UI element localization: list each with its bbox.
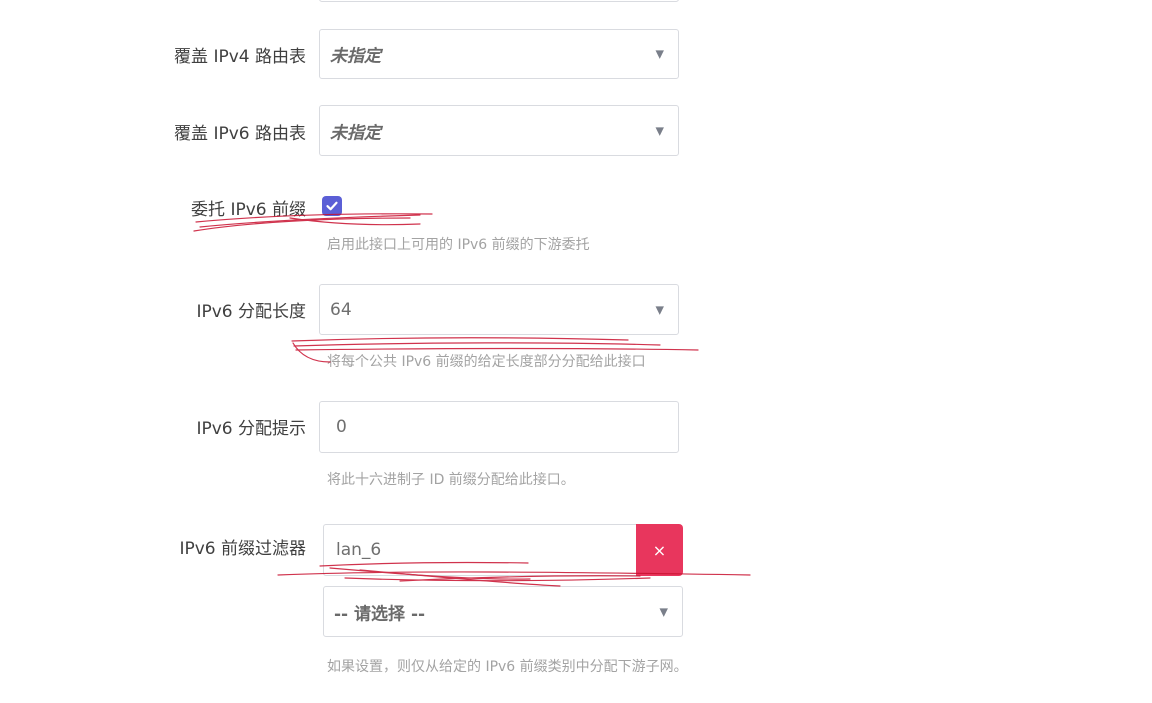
prefix-filter-select[interactable]: -- 请选择 -- ▼ <box>323 586 683 637</box>
prefix-filter-label: IPv6 前缀过滤器 <box>179 539 306 559</box>
assign-length-select[interactable]: 64 ▼ <box>319 284 679 335</box>
assign-length-hint: 将每个公共 IPv6 前缀的给定长度部分分配给此接口 <box>327 354 646 370</box>
triangle-down-icon: ▼ <box>655 303 664 316</box>
delegate-label: 委托 IPv6 前缀 <box>191 200 306 220</box>
assign-hint-value: 0 <box>336 417 347 437</box>
triangle-down-icon: ▼ <box>655 47 664 61</box>
close-icon: × <box>652 540 667 560</box>
checkmark-icon <box>326 201 338 211</box>
assign-hint-input[interactable]: 0 <box>319 401 679 453</box>
assign-hint-label: IPv6 分配提示 <box>196 419 306 439</box>
delegate-hint: 启用此接口上可用的 IPv6 前缀的下游委托 <box>327 237 590 253</box>
assign-hint-help: 将此十六进制子 ID 前缀分配给此接口。 <box>327 472 575 488</box>
prefix-filter-value: lan_6 <box>336 540 382 560</box>
ipv4-table-value: 未指定 <box>330 46 381 67</box>
ipv4-table-label: 覆盖 IPv4 路由表 <box>174 47 306 67</box>
ipv4-table-select[interactable]: 未指定 ▼ <box>319 29 679 79</box>
assign-length-value: 64 <box>330 299 352 320</box>
triangle-down-icon: ▼ <box>655 124 664 137</box>
previous-field-partial[interactable] <box>319 0 679 2</box>
triangle-down-icon: ▼ <box>659 605 668 618</box>
assign-length-label: IPv6 分配长度 <box>196 302 306 322</box>
prefix-filter-hint: 如果设置，则仅从给定的 IPv6 前缀类别中分配下游子网。 <box>327 659 688 675</box>
ipv6-table-label: 覆盖 IPv6 路由表 <box>174 124 306 144</box>
interface-settings-form: 覆盖 IPv4 路由表 未指定 ▼ 覆盖 IPv6 路由表 未指定 ▼ 委托 I… <box>0 0 1152 703</box>
ipv6-table-select[interactable]: 未指定 ▼ <box>319 105 679 156</box>
prefix-filter-value-box[interactable]: lan_6 <box>323 524 637 576</box>
delegate-checkbox[interactable] <box>322 196 342 216</box>
ipv6-table-value: 未指定 <box>330 123 381 143</box>
prefix-filter-placeholder: -- 请选择 -- <box>334 604 426 624</box>
remove-filter-button[interactable]: × <box>636 524 683 576</box>
